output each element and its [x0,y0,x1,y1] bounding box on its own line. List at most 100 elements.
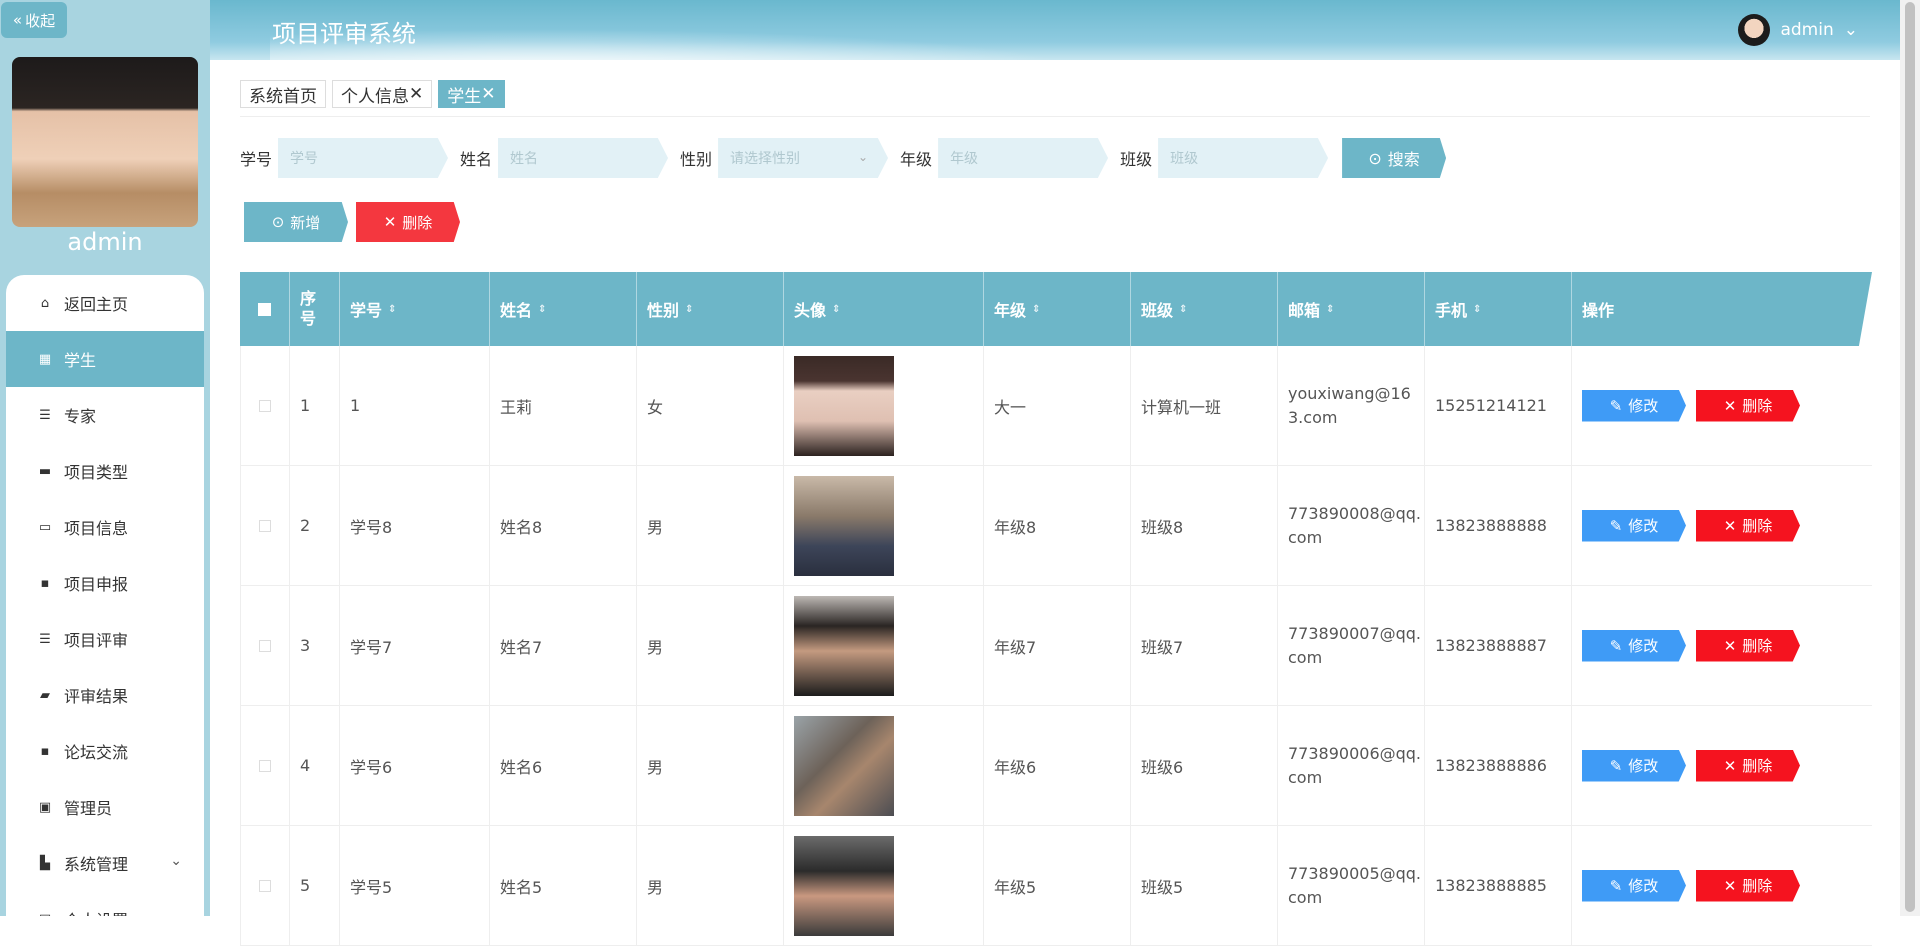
list-icon: ☰ [39,631,51,647]
row-checkbox[interactable] [259,879,271,892]
sidebar-item-admins[interactable]: ▣ 管理员 [6,779,204,835]
sidebar-item-label: 管理员 [64,799,113,818]
email-line: com [1288,887,1323,907]
avatar[interactable] [794,715,894,816]
row-checkbox[interactable] [259,639,271,652]
cell-name: 王莉 [490,346,637,465]
edit-button[interactable]: ✎ 修改 [1582,749,1686,782]
cell-class: 班级6 [1131,706,1278,825]
edit-button[interactable]: ✎ 修改 [1582,389,1686,422]
sort-icon[interactable]: ⇕ [832,304,840,315]
edit-button[interactable]: ✎ 修改 [1582,869,1686,902]
class-input[interactable]: 班级 [1158,138,1329,178]
row-checkbox[interactable] [259,519,271,532]
header-label: 头像 [794,301,827,320]
sort-icon[interactable]: ⇕ [1326,304,1334,315]
cell-phone: 13823888887 [1425,586,1572,705]
sidebar-item-label: 返回主页 [64,295,129,314]
delete-row-button[interactable]: ✕ 删除 [1696,509,1800,542]
sort-icon[interactable]: ⇕ [538,304,546,315]
cell-gender: 男 [637,586,784,705]
col-phone[interactable]: 手机 ⇕ [1425,272,1572,346]
cell-grade: 大一 [984,346,1131,465]
list-icon: ☰ [39,407,51,423]
gender-label: 性别 [680,150,713,169]
sort-icon[interactable]: ⇕ [685,304,693,315]
email-line: 773890005@qq. [1288,863,1422,883]
cell-avatar [784,466,984,585]
select-all-checkbox[interactable] [258,302,271,316]
add-button[interactable]: ⊙ 新增 [244,202,348,242]
sidebar-item-project-review[interactable]: ☰ 项目评审 [6,611,204,667]
cell-student-id: 学号8 [340,466,490,585]
avatar[interactable] [794,475,894,576]
delete-button[interactable]: ✕ 删除 [356,202,460,242]
sidebar-item-home[interactable]: ⌂ 返回主页 [6,275,204,331]
edit-button[interactable]: ✎ 修改 [1582,509,1686,542]
sidebar-item-review-results[interactable]: ▰ 评审结果 [6,667,204,723]
col-gender[interactable]: 性别 ⇕ [637,272,784,346]
col-avatar[interactable]: 头像 ⇕ [784,272,984,346]
row-checkbox[interactable] [259,399,271,412]
col-grade[interactable]: 年级 ⇕ [984,272,1131,346]
profile-avatar [12,57,198,227]
briefcase-icon: ▬ [38,463,52,479]
delete-row-button[interactable]: ✕ 删除 [1696,749,1800,782]
delete-row-button[interactable]: ✕ 删除 [1696,869,1800,902]
col-email[interactable]: 邮箱 ⇕ [1278,272,1425,346]
avatar[interactable] [794,355,894,456]
email-line: 773890006@qq. [1288,743,1422,763]
sidebar-item-students[interactable]: ▦ 学生 [6,331,204,387]
close-icon[interactable]: ✕ [409,84,423,104]
gender-select[interactable]: 请选择性别 ⌄ [718,138,889,178]
grade-input[interactable]: 年级 [938,138,1109,178]
col-student-id[interactable]: 学号 ⇕ [340,272,490,346]
double-chevron-left-icon: « [12,11,23,29]
student-id-input[interactable]: 学号 [278,138,449,178]
search-button[interactable]: ⊙ 搜索 [1342,138,1447,178]
name-input[interactable]: 姓名 [498,138,669,178]
sidebar-item-project-info[interactable]: ▭ 项目信息 [6,499,204,555]
delete-row-button[interactable]: ✕ 删除 [1696,629,1800,662]
scrollbar[interactable] [1900,0,1920,916]
sidebar-item-settings[interactable]: ▣ 个人设置 [6,891,204,916]
collapse-button[interactable]: « 收起 [1,2,67,38]
cell-gender: 男 [637,826,784,945]
cell-actions: ✎ 修改 ✕ 删除 [1572,346,1872,465]
user-icon: ▣ [38,912,52,917]
close-icon[interactable]: ✕ [481,84,495,104]
sort-icon[interactable]: ⇕ [1473,304,1481,315]
tab-profile[interactable]: 个人信息 ✕ [332,80,433,108]
email-line: 773890008@qq. [1288,503,1422,523]
header-label: 性别 [647,301,680,320]
scrollbar-thumb[interactable] [1905,2,1915,912]
cell-avatar [784,826,984,945]
sidebar-item-system[interactable]: ▙ 系统管理 ⌄ [6,835,204,891]
sidebar-item-project-apply[interactable]: ▪ 项目申报 [6,555,204,611]
user-menu[interactable]: admin ⌄ [1738,14,1858,46]
sidebar-item-project-types[interactable]: ▬ 项目类型 [6,443,204,499]
placeholder: 年级 [950,151,979,167]
header-label: 姓名 [500,301,533,320]
cell-avatar [784,346,984,465]
email-line: 773890007@qq. [1288,623,1422,643]
sidebar-item-experts[interactable]: ☰ 专家 [6,387,204,443]
sort-icon[interactable]: ⇕ [1179,304,1187,315]
tab-students[interactable]: 学生 ✕ [438,80,505,108]
sidebar-item-forum[interactable]: ▪ 论坛交流 [6,723,204,779]
search-button-label: 搜索 [1387,150,1420,169]
avatar[interactable] [794,595,894,696]
sort-icon[interactable]: ⇕ [1032,304,1040,315]
collapse-label: 收起 [25,11,56,30]
row-checkbox[interactable] [259,759,271,772]
table-row: 1 1 王莉 女 大一 计算机一班 youxiwang@16 3.com 1525… [240,346,1872,466]
cell-email: 773890006@qq. com [1278,706,1425,825]
edit-button[interactable]: ✎ 修改 [1582,629,1686,662]
sort-icon[interactable]: ⇕ [388,304,396,315]
tab-home[interactable]: 系统首页 [240,80,326,108]
placeholder: 学号 [290,151,319,167]
col-name[interactable]: 姓名 ⇕ [490,272,637,346]
col-class[interactable]: 班级 ⇕ [1131,272,1278,346]
avatar[interactable] [794,835,894,936]
delete-row-button[interactable]: ✕ 删除 [1696,389,1800,422]
